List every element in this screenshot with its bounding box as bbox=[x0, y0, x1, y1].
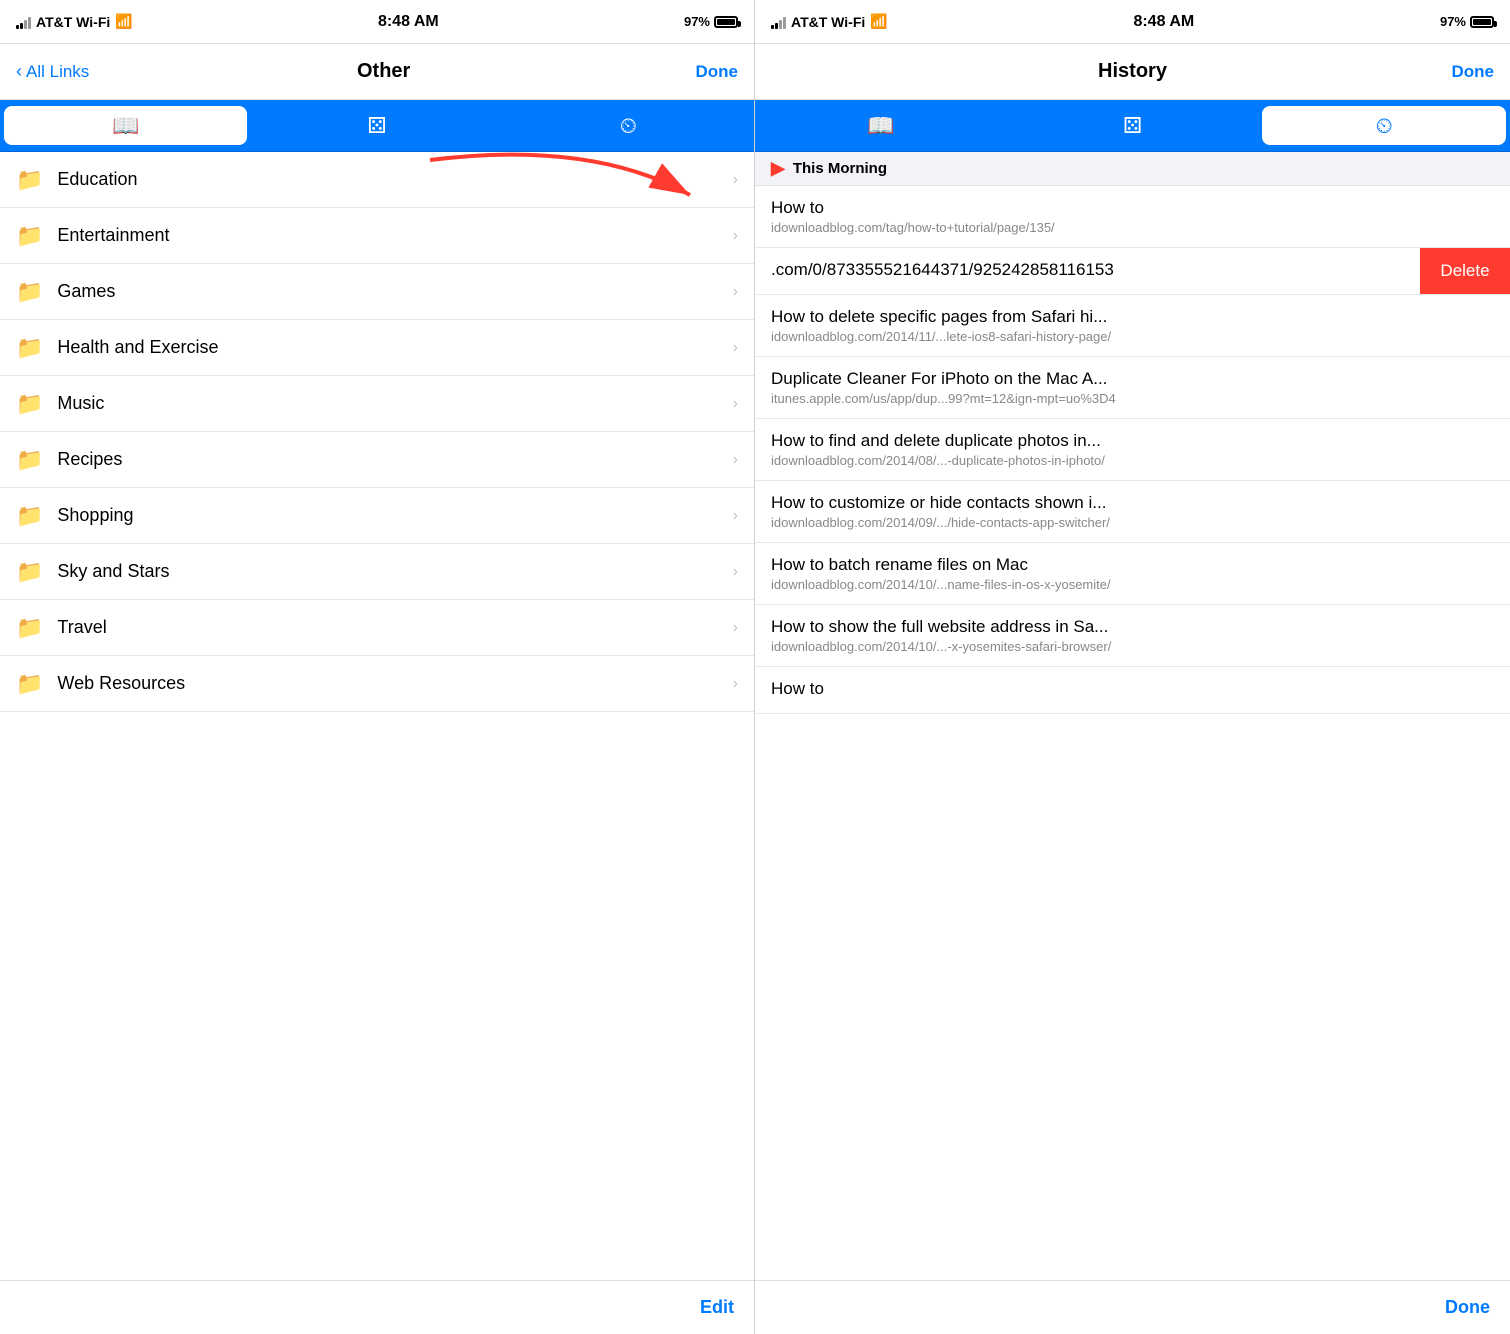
delete-button[interactable]: Delete bbox=[1420, 248, 1510, 294]
folder-icon: 📁 bbox=[16, 279, 43, 305]
chevron-right-icon: › bbox=[733, 451, 738, 469]
folder-icon: 📁 bbox=[16, 559, 43, 585]
right-time: 8:48 AM bbox=[1133, 13, 1194, 31]
right-done-button[interactable]: Done bbox=[1434, 62, 1494, 82]
history-item[interactable]: How to show the full website address in … bbox=[755, 605, 1510, 667]
list-item[interactable]: 📁 Music › bbox=[0, 376, 754, 432]
left-signal-bars bbox=[16, 15, 31, 29]
folder-icon: 📁 bbox=[16, 447, 43, 473]
folder-icon: 📁 bbox=[16, 503, 43, 529]
left-nav-bar: ‹ All Links Other Done bbox=[0, 44, 754, 100]
left-tab-bar: 📖 ⚄ ⏲ bbox=[0, 100, 754, 152]
chevron-right-icon: › bbox=[733, 171, 738, 189]
folder-icon: 📁 bbox=[16, 223, 43, 249]
folder-icon: 📁 bbox=[16, 167, 43, 193]
right-tab-reading[interactable]: ⚄ bbox=[1011, 106, 1255, 145]
right-panel: AT&T Wi-Fi 📶 8:48 AM 97% History Done 📖 … bbox=[755, 0, 1510, 1334]
history-item-batch-rename[interactable]: How to batch rename files on Mac idownlo… bbox=[755, 543, 1510, 605]
left-tab-bookmarks[interactable]: 📖 bbox=[4, 106, 247, 145]
history-item[interactable]: How to bbox=[755, 667, 1510, 714]
left-status-bar: AT&T Wi-Fi 📶 8:48 AM 97% bbox=[0, 0, 754, 44]
folder-icon: 📁 bbox=[16, 615, 43, 641]
left-back-label: All Links bbox=[26, 62, 89, 82]
list-item[interactable]: 📁 Travel › bbox=[0, 600, 754, 656]
chevron-right-icon: › bbox=[733, 283, 738, 301]
list-item[interactable]: 📁 Entertainment › bbox=[0, 208, 754, 264]
right-tab-bookmarks[interactable]: 📖 bbox=[759, 106, 1003, 145]
right-nav-title: History bbox=[831, 60, 1434, 83]
left-tab-history[interactable]: ⏲ bbox=[507, 106, 750, 145]
left-wifi-icon: 📶 bbox=[115, 13, 132, 30]
folder-icon: 📁 bbox=[16, 671, 43, 697]
this-morning-section-header: ▶ This Morning bbox=[755, 152, 1510, 186]
left-panel: AT&T Wi-Fi 📶 8:48 AM 97% ‹ All Links Oth… bbox=[0, 0, 755, 1334]
history-item[interactable]: Duplicate Cleaner For iPhoto on the Mac … bbox=[755, 357, 1510, 419]
right-history-list: How to idownloadblog.com/tag/how-to+tuto… bbox=[755, 186, 1510, 1280]
section-label: This Morning bbox=[793, 160, 887, 177]
list-item[interactable]: 📁 Shopping › bbox=[0, 488, 754, 544]
arrow-right-icon: ▶ bbox=[771, 158, 785, 179]
left-tab-reading[interactable]: ⚄ bbox=[255, 106, 498, 145]
history-item[interactable]: How to find and delete duplicate photos … bbox=[755, 419, 1510, 481]
left-battery-icon bbox=[714, 16, 738, 28]
list-item-health[interactable]: 📁 Health and Exercise › bbox=[0, 320, 754, 376]
left-done-button[interactable]: Done bbox=[678, 62, 738, 82]
folder-icon: 📁 bbox=[16, 335, 43, 361]
right-signal-bars bbox=[771, 15, 786, 29]
right-carrier: AT&T Wi-Fi bbox=[791, 14, 865, 30]
left-edit-button[interactable]: Edit bbox=[700, 1297, 734, 1318]
right-done-button-bottom[interactable]: Done bbox=[1445, 1297, 1490, 1318]
left-bottom-bar: Edit bbox=[0, 1280, 754, 1334]
chevron-right-icon: › bbox=[733, 395, 738, 413]
chevron-right-icon: › bbox=[733, 675, 738, 693]
right-nav-bar: History Done bbox=[755, 44, 1510, 100]
left-history-icon: ⏲ bbox=[620, 113, 637, 139]
left-nav-title: Other bbox=[89, 60, 678, 83]
right-bookmarks-icon: 📖 bbox=[867, 113, 894, 139]
list-item[interactable]: 📁 Sky and Stars › bbox=[0, 544, 754, 600]
right-bottom-bar: Done bbox=[755, 1280, 1510, 1334]
list-item[interactable]: 📁 Games › bbox=[0, 264, 754, 320]
right-battery-icon bbox=[1470, 16, 1494, 28]
left-battery-pct: 97% bbox=[684, 14, 710, 29]
right-wifi-icon: 📶 bbox=[870, 13, 887, 30]
chevron-right-icon: › bbox=[733, 619, 738, 637]
right-tab-history[interactable]: ⏲ bbox=[1262, 106, 1506, 145]
right-tab-bar: 📖 ⚄ ⏲ bbox=[755, 100, 1510, 152]
right-status-bar: AT&T Wi-Fi 📶 8:48 AM 97% bbox=[755, 0, 1510, 44]
left-time: 8:48 AM bbox=[378, 13, 439, 31]
history-item[interactable]: How to idownloadblog.com/tag/how-to+tuto… bbox=[755, 186, 1510, 248]
chevron-right-icon: › bbox=[733, 339, 738, 357]
left-carrier: AT&T Wi-Fi bbox=[36, 14, 110, 30]
chevron-right-icon: › bbox=[733, 227, 738, 245]
chevron-right-icon: › bbox=[733, 563, 738, 581]
list-item[interactable]: 📁 Education › bbox=[0, 152, 754, 208]
history-item-swiped[interactable]: .com/0/873355521644371/925242858116153 D… bbox=[755, 248, 1510, 295]
right-battery-pct: 97% bbox=[1440, 14, 1466, 29]
chevron-right-icon: › bbox=[733, 507, 738, 525]
right-history-icon: ⏲ bbox=[1376, 113, 1393, 139]
chevron-left-icon: ‹ bbox=[16, 61, 22, 82]
left-list: 📁 Education › 📁 Entertainment › 📁 Games … bbox=[0, 152, 754, 1280]
list-item-web-resources[interactable]: 📁 Web Resources › bbox=[0, 656, 754, 712]
left-reading-icon: ⚄ bbox=[367, 113, 386, 139]
left-back-button[interactable]: ‹ All Links bbox=[16, 61, 89, 82]
folder-icon: 📁 bbox=[16, 391, 43, 417]
right-reading-icon: ⚄ bbox=[1123, 113, 1142, 139]
left-bookmarks-icon: 📖 bbox=[112, 113, 139, 139]
history-item[interactable]: How to delete specific pages from Safari… bbox=[755, 295, 1510, 357]
history-item-hide-contacts[interactable]: How to customize or hide contacts shown … bbox=[755, 481, 1510, 543]
list-item[interactable]: 📁 Recipes › bbox=[0, 432, 754, 488]
